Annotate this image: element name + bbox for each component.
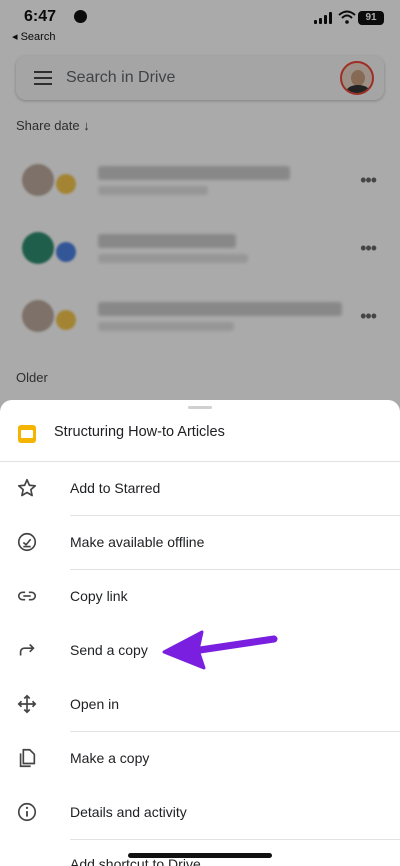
menu-item-label: Send a copy (70, 642, 148, 658)
menu-item-label: Open in (70, 696, 120, 712)
menu-item-make-available-offline[interactable]: Make available offline (0, 516, 400, 570)
copy-icon (19, 748, 36, 768)
menu-item-add-to-starred[interactable]: Add to Starred (0, 462, 400, 516)
move-icon (17, 694, 37, 714)
home-indicator[interactable] (128, 853, 272, 858)
drag-handle[interactable] (188, 406, 212, 409)
offline-icon (17, 532, 37, 552)
menu-item-label: Make available offline (70, 534, 205, 550)
menu-item-make-a-copy[interactable]: Make a copy (0, 732, 400, 786)
info-icon (17, 802, 37, 822)
menu-item-label: Add to Starred (70, 480, 161, 496)
menu-item-details-and-activity[interactable]: Details and activity (0, 786, 400, 840)
share-arrow-icon (19, 643, 35, 656)
menu-item-copy-link[interactable]: Copy link (0, 570, 400, 624)
star-icon (17, 478, 37, 497)
menu-item-label: Details and activity (70, 804, 187, 820)
menu-item-label: Make a copy (70, 750, 150, 766)
divider (70, 839, 400, 840)
slides-file-icon (18, 425, 36, 443)
link-icon (17, 591, 37, 601)
sheet-file-title: Structuring How-to Articles (54, 424, 225, 440)
menu-item-label: Copy link (70, 588, 128, 604)
annotation-arrow-icon (162, 630, 278, 670)
menu-item-open-in[interactable]: Open in (0, 678, 400, 732)
sheet-header: Structuring How-to Articles (0, 412, 400, 462)
